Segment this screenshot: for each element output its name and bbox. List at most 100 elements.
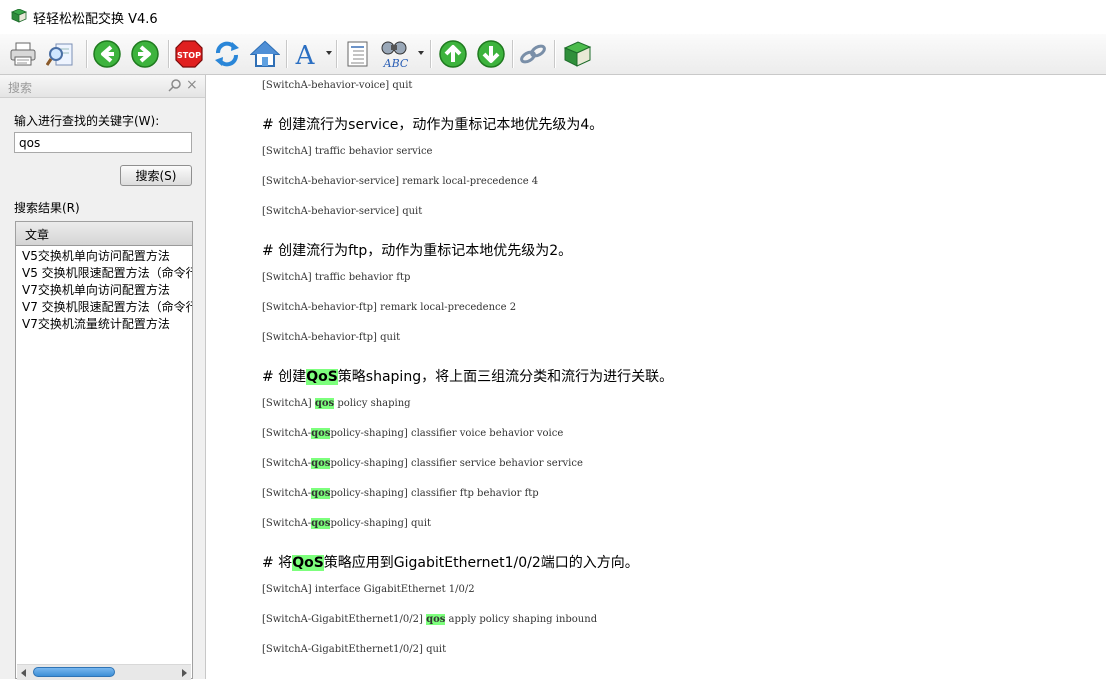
font-button[interactable]: A bbox=[290, 38, 324, 70]
find-abc-icon: ABC bbox=[381, 41, 409, 69]
find-abc-button[interactable]: ABC bbox=[378, 38, 412, 70]
down-icon bbox=[477, 40, 505, 68]
scroll-thumb[interactable] bbox=[33, 667, 115, 677]
up-button[interactable] bbox=[436, 38, 470, 70]
scroll-left-icon[interactable] bbox=[21, 669, 26, 677]
font-icon: A bbox=[295, 41, 316, 69]
contents-button[interactable] bbox=[340, 38, 374, 70]
results-horizontal-scrollbar[interactable] bbox=[17, 664, 191, 680]
code-line: [SwitchA] qos policy shaping bbox=[262, 398, 411, 409]
refresh-icon bbox=[215, 41, 239, 67]
svg-text:A: A bbox=[295, 41, 316, 69]
code-line: [SwitchA] traffic behavior ftp bbox=[262, 272, 410, 283]
code-line: [SwitchA] interface GigabitEthernet 1/0/… bbox=[262, 584, 475, 595]
app-book-icon bbox=[11, 9, 27, 23]
text-run: [SwitchA] interface GigabitEthernet 1/0/… bbox=[262, 584, 475, 595]
close-icon[interactable]: × bbox=[186, 77, 198, 93]
search-input[interactable] bbox=[14, 132, 192, 153]
results-column-title: 文章 bbox=[25, 228, 50, 242]
pin-icon[interactable] bbox=[168, 78, 182, 92]
code-line: [SwitchA-qospolicy-shaping] classifier v… bbox=[262, 428, 563, 439]
home-button[interactable] bbox=[248, 38, 282, 70]
code-line: [SwitchA-qospolicy-shaping] classifier f… bbox=[262, 488, 539, 499]
text-run: # 创建 bbox=[262, 369, 307, 385]
toolbar: STOP A ABC bbox=[0, 34, 1106, 75]
code-line: [SwitchA-behavior-ftp] remark local-prec… bbox=[262, 302, 516, 313]
text-run: policy-shaping] classifier ftp behavior … bbox=[330, 488, 539, 499]
refresh-button[interactable] bbox=[210, 38, 244, 70]
result-item[interactable]: V5交换机单向访问配置方法 bbox=[22, 248, 192, 265]
link-button[interactable] bbox=[516, 38, 550, 70]
text-run: [SwitchA-behavior-ftp] remark local-prec… bbox=[262, 302, 517, 313]
search-highlight: QoS bbox=[306, 369, 338, 385]
search-pane-title: 搜索 bbox=[8, 81, 33, 95]
scroll-right-icon[interactable] bbox=[182, 669, 187, 677]
paragraph-line: # 创建流行为ftp，动作为重标记本地优先级为2。 bbox=[262, 240, 572, 260]
text-run: # 创建流行为ftp，动作为重标记本地优先级为2。 bbox=[262, 243, 573, 259]
search-highlight: QoS bbox=[292, 555, 324, 571]
paragraph-line: # 将QoS策略应用到GigabitEthernet1/0/2端口的入方向。 bbox=[262, 552, 639, 572]
search-doc-icon bbox=[46, 43, 73, 66]
forward-button[interactable] bbox=[128, 38, 162, 70]
search-highlight: qos bbox=[311, 488, 331, 499]
code-line: [SwitchA-qospolicy-shaping] quit bbox=[262, 518, 431, 529]
code-line: [SwitchA-behavior-ftp] quit bbox=[262, 332, 400, 343]
text-run: [SwitchA- bbox=[262, 458, 312, 469]
code-line: [SwitchA-behavior-voice] quit bbox=[262, 80, 412, 91]
home-icon bbox=[250, 40, 280, 67]
search-doc-button[interactable] bbox=[44, 38, 78, 70]
search-highlight: qos bbox=[311, 458, 331, 469]
code-line: [SwitchA-behavior-service] remark local-… bbox=[262, 176, 538, 187]
text-run: # 创建流行为service，动作为重标记本地优先级为4。 bbox=[262, 117, 604, 133]
text-run: [SwitchA] traffic behavior ftp bbox=[262, 272, 411, 283]
code-line: [SwitchA-GigabitEthernet1/0/2] quit bbox=[262, 644, 446, 655]
text-run: policy-shaping] classifier service behav… bbox=[330, 458, 583, 469]
text-run: policy-shaping] quit bbox=[330, 518, 432, 529]
book-icon bbox=[563, 41, 592, 67]
paragraph-line: # 创建流行为service，动作为重标记本地优先级为4。 bbox=[262, 114, 603, 134]
up-icon bbox=[439, 40, 467, 68]
results-list-box: 文章 V5交换机单向访问配置方法 V5 交换机限速配置方法（命令行 V7交换机单… bbox=[15, 221, 193, 679]
text-run: # 将 bbox=[262, 555, 293, 571]
book-button[interactable] bbox=[560, 38, 594, 70]
text-run: policy-shaping] classifier voice behavio… bbox=[330, 428, 564, 439]
results-column-header[interactable]: 文章 bbox=[16, 222, 192, 246]
text-run: [SwitchA-behavior-ftp] quit bbox=[262, 332, 401, 343]
text-run: [SwitchA- bbox=[262, 428, 312, 439]
text-run: apply policy shaping inbound bbox=[445, 614, 598, 625]
stop-button[interactable]: STOP bbox=[172, 38, 206, 70]
code-line: [SwitchA-qospolicy-shaping] classifier s… bbox=[262, 458, 583, 469]
code-line: [SwitchA-GigabitEthernet1/0/2] qos apply… bbox=[262, 614, 597, 625]
print-icon bbox=[10, 42, 36, 66]
result-item[interactable]: V7交换机单向访问配置方法 bbox=[22, 282, 192, 299]
text-run: [SwitchA-behavior-service] quit bbox=[262, 206, 423, 217]
search-button[interactable]: 搜索(S) bbox=[120, 165, 192, 186]
result-item[interactable]: V7 交换机限速配置方法（命令行 bbox=[22, 299, 192, 316]
search-highlight: qos bbox=[311, 428, 331, 439]
title-bar: 轻轻松松配交换 V4.6 bbox=[0, 0, 1106, 35]
article-content: [SwitchA-behavior-voice] quit # 创建流行为serv… bbox=[208, 75, 1106, 679]
search-highlight: qos bbox=[426, 614, 446, 625]
text-run: [SwitchA] traffic behavior service bbox=[262, 146, 433, 157]
back-icon bbox=[93, 40, 121, 68]
search-highlight: qos bbox=[314, 398, 335, 409]
result-item[interactable]: V5 交换机限速配置方法（命令行 bbox=[22, 265, 192, 282]
contents-icon bbox=[347, 41, 368, 67]
code-line: [SwitchA] traffic behavior service bbox=[262, 146, 432, 157]
down-button[interactable] bbox=[474, 38, 508, 70]
keyword-label: 输入进行查找的关键字(W): bbox=[14, 114, 160, 128]
text-run: [SwitchA- bbox=[262, 518, 312, 529]
print-button[interactable] bbox=[6, 38, 40, 70]
back-button[interactable] bbox=[90, 38, 124, 70]
text-run: 策略shaping，将上面三组流分类和流行为进行关联。 bbox=[337, 369, 674, 385]
results-list: V5交换机单向访问配置方法 V5 交换机限速配置方法（命令行 V7交换机单向访问… bbox=[22, 248, 192, 333]
search-highlight: qos bbox=[311, 518, 331, 529]
text-run: [SwitchA-behavior-voice] quit bbox=[262, 80, 413, 91]
text-run: [SwitchA] bbox=[262, 398, 315, 409]
stop-icon: STOP bbox=[175, 40, 203, 68]
link-icon bbox=[520, 44, 546, 64]
result-item[interactable]: V7交换机流量统计配置方法 bbox=[22, 316, 192, 333]
text-run: [SwitchA-GigabitEthernet1/0/2] quit bbox=[262, 644, 447, 655]
svg-text:STOP: STOP bbox=[177, 51, 201, 60]
text-run: 策略应用到GigabitEthernet1/0/2端口的入方向。 bbox=[323, 555, 639, 571]
